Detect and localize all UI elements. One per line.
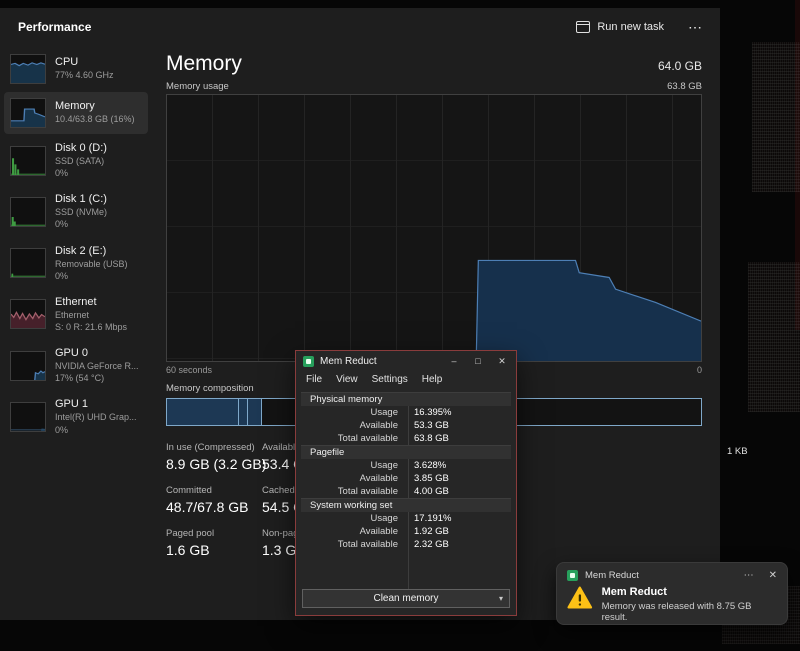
row-usage: Usage 3.628%	[301, 459, 511, 472]
row-usage: Usage 17.191%	[301, 512, 511, 525]
sidebar-item-ethernet[interactable]: Ethernet Ethernet S: 0 R: 21.6 Mbps	[4, 290, 148, 339]
menu-settings[interactable]: Settings	[365, 373, 415, 386]
menu-help[interactable]: Help	[415, 373, 450, 386]
gpu0-mini-graph	[10, 351, 46, 381]
sidebar-item-detail: Ethernet	[55, 309, 127, 321]
screen: 1 KB Performance Run new task ⋯	[0, 0, 800, 651]
graph-axis-right: 0	[697, 365, 702, 375]
sidebar-item-disk-0[interactable]: Disk 0 (D:) SSD (SATA) 0%	[4, 136, 148, 185]
mem-reduct-menubar: File View Settings Help	[296, 372, 516, 389]
disk0-mini-graph	[10, 146, 46, 176]
sidebar-item-gpu-0[interactable]: GPU 0 NVIDIA GeForce R... 17% (54 °C)	[4, 341, 148, 390]
task-manager-titlebar: Performance Run new task ⋯	[0, 8, 720, 46]
sidebar-item-memory[interactable]: Memory 10.4/63.8 GB (16%)	[4, 92, 148, 134]
maximize-button[interactable]: □	[466, 351, 490, 372]
mem-reduct-titlebar[interactable]: Mem Reduct – □ ✕	[296, 351, 516, 372]
run-new-task-icon	[576, 21, 590, 33]
mem-reduct-title: Mem Reduct	[320, 356, 377, 367]
row-total-available: Total available 2.32 GB	[301, 538, 511, 551]
sidebar-item-name: CPU	[55, 56, 114, 68]
sidebar-item-detail2: 0%	[55, 218, 107, 230]
sidebar-item-disk-1[interactable]: Disk 1 (C:) SSD (NVMe) 0%	[4, 187, 148, 236]
clean-memory-dropdown-caret[interactable]: ▾	[499, 594, 503, 603]
sidebar-item-name: Memory	[55, 100, 135, 112]
toast-message: Memory was released with 8.75 GB result.	[602, 601, 777, 623]
mem-reduct-window: Mem Reduct – □ ✕ File View Settings Help…	[295, 350, 517, 616]
stat-committed: Committed 48.7/67.8 GB	[166, 485, 262, 515]
memory-capacity: 64.0 GB	[658, 59, 702, 76]
toast-title: Mem Reduct	[602, 586, 777, 598]
memory-composition-fill	[167, 399, 262, 425]
gpu1-mini-graph	[10, 402, 46, 432]
row-available: Available 3.85 GB	[301, 472, 511, 485]
sidebar-item-gpu-1[interactable]: GPU 1 Intel(R) UHD Grap... 0%	[4, 392, 148, 441]
disk1-mini-graph	[10, 197, 46, 227]
sidebar-item-detail: Intel(R) UHD Grap...	[55, 411, 137, 423]
toast-more-button[interactable]: ⋯	[744, 570, 754, 581]
stat-in-use: In use (Compressed) 8.9 GB (3.2 GB)	[166, 442, 262, 472]
sidebar-item-detail: NVIDIA GeForce R...	[55, 360, 139, 372]
sidebar-item-name: Disk 2 (E:)	[55, 245, 128, 257]
sidebar-item-disk-2[interactable]: Disk 2 (E:) Removable (USB) 0%	[4, 239, 148, 288]
sidebar-item-name: Ethernet	[55, 296, 127, 308]
sidebar-item-detail: SSD (SATA)	[55, 155, 107, 167]
run-new-task-button[interactable]: Run new task	[576, 21, 664, 33]
group-physical-memory: Physical memory	[301, 392, 511, 406]
sidebar-item-detail2: S: 0 R: 21.6 Mbps	[55, 321, 127, 333]
memory-usage-graph	[166, 94, 702, 362]
mem-reduct-app-icon	[303, 356, 314, 367]
page-title: Performance	[18, 20, 91, 34]
clean-memory-button[interactable]: Clean memory ▾	[302, 589, 510, 608]
sidebar-item-detail: Removable (USB)	[55, 258, 128, 270]
minimize-button[interactable]: –	[442, 351, 466, 372]
memory-title: Memory	[166, 52, 242, 76]
sidebar-item-detail2: 0%	[55, 424, 137, 436]
sidebar-item-name: Disk 1 (C:)	[55, 193, 107, 205]
row-total-available: Total available 4.00 GB	[301, 485, 511, 498]
performance-sidebar: CPU 77% 4.60 GHz Memory 10.4/63.8 GB (16…	[0, 46, 152, 620]
sidebar-item-detail: 10.4/63.8 GB (16%)	[55, 113, 135, 125]
toast-app-name: Mem Reduct	[585, 570, 639, 581]
sidebar-item-cpu[interactable]: CPU 77% 4.60 GHz	[4, 48, 148, 90]
row-available: Available 1.92 GB	[301, 525, 511, 538]
background-noise	[748, 262, 800, 412]
ethernet-mini-graph	[10, 299, 46, 329]
more-options-button[interactable]: ⋯	[688, 20, 702, 34]
memory-mini-graph	[10, 98, 46, 128]
sidebar-item-detail2: 0%	[55, 167, 107, 179]
graph-axis-left: 60 seconds	[166, 365, 212, 375]
close-button[interactable]: ✕	[490, 351, 514, 372]
sidebar-item-detail: SSD (NVMe)	[55, 206, 107, 218]
toast-app-icon	[567, 570, 578, 581]
row-usage: Usage 16.395%	[301, 406, 511, 419]
menu-file[interactable]: File	[299, 373, 329, 386]
background-size-label: 1 KB	[727, 446, 748, 457]
stat-paged-pool: Paged pool 1.6 GB	[166, 528, 262, 558]
memory-usage-max: 63.8 GB	[667, 81, 702, 92]
run-new-task-label: Run new task	[597, 21, 664, 33]
warning-icon	[567, 586, 593, 609]
group-pagefile: Pagefile	[301, 445, 511, 459]
sidebar-item-detail2: 17% (54 °C)	[55, 372, 139, 384]
row-available: Available 53.3 GB	[301, 419, 511, 432]
toast-close-button[interactable]: ✕	[769, 570, 777, 581]
disk2-mini-graph	[10, 248, 46, 278]
sidebar-item-detail2: 0%	[55, 270, 128, 282]
background-noise	[752, 42, 800, 192]
sidebar-item-name: GPU 1	[55, 398, 137, 410]
memory-usage-label: Memory usage	[166, 81, 229, 92]
menu-view[interactable]: View	[329, 373, 365, 386]
cpu-mini-graph	[10, 54, 46, 84]
sidebar-item-name: GPU 0	[55, 347, 139, 359]
group-system-working-set: System working set	[301, 498, 511, 512]
mem-reduct-content: Physical memory Usage 16.395% Available …	[296, 389, 516, 589]
notification-toast[interactable]: Mem Reduct ⋯ ✕ Mem Reduct Memory was rel…	[556, 562, 788, 625]
sidebar-item-name: Disk 0 (D:)	[55, 142, 107, 154]
sidebar-item-detail: 77% 4.60 GHz	[55, 69, 114, 81]
row-total-available: Total available 63.8 GB	[301, 432, 511, 445]
